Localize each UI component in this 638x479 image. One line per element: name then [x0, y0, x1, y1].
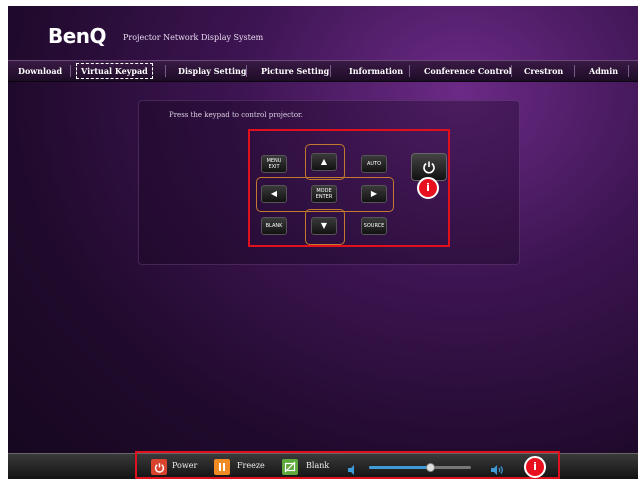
nav-divider [246, 65, 247, 77]
tab-picture-setting[interactable]: Picture Setting [261, 61, 329, 81]
nav-divider [574, 65, 575, 77]
app-subtitle: Projector Network Display System [123, 33, 264, 42]
toolbar-highlight-box [135, 451, 560, 479]
benq-logo: BenQ [48, 24, 107, 48]
tab-admin[interactable]: Admin [589, 61, 618, 81]
keypad-caption: Press the keypad to control projector. [169, 111, 303, 119]
info-marker-icon: i [417, 177, 439, 199]
nav-divider [165, 65, 166, 77]
tab-download[interactable]: Download [18, 61, 62, 81]
nav-divider [511, 65, 512, 77]
nav-bar: Download Virtual Keypad Display Setting … [8, 60, 638, 82]
nav-divider [409, 65, 410, 77]
tab-crestron[interactable]: Crestron [524, 61, 563, 81]
tab-virtual-keypad[interactable]: Virtual Keypad [76, 63, 153, 79]
app-window: BenQ Projector Network Display System Do… [8, 6, 638, 479]
nav-divider [628, 65, 629, 77]
tab-conference-control[interactable]: Conference Control [424, 61, 512, 81]
nav-divider [70, 65, 71, 77]
info-marker-icon: i [524, 456, 546, 478]
tab-information[interactable]: Information [349, 61, 403, 81]
tab-display-setting[interactable]: Display Setting [178, 61, 246, 81]
nav-divider [330, 65, 331, 77]
